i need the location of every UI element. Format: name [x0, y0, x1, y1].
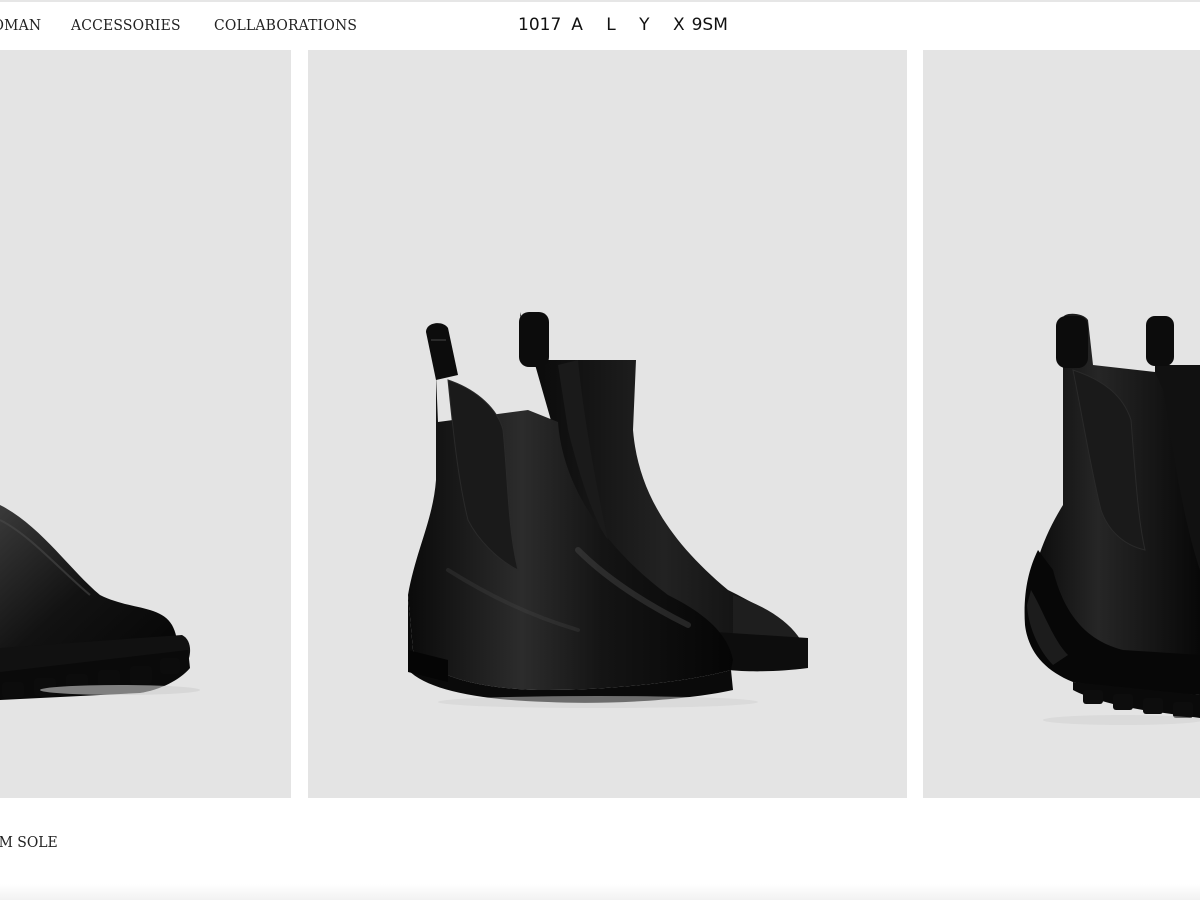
product-caption[interactable]: RAM SOLE [0, 833, 58, 851]
main-nav: WOMAN ACCESSORIES COLLABORATIONS [0, 16, 368, 34]
product-image-2[interactable] [308, 50, 907, 798]
black-leather-chelsea-boots-pair-icon [408, 312, 808, 708]
product-image-1[interactable] [0, 50, 291, 798]
logo-suffix: 9SM [691, 15, 728, 35]
black-leather-chelsea-boot-lug-sole-icon [0, 505, 200, 700]
logo-prefix: 1017 [518, 15, 562, 35]
nav-link-accessories[interactable]: ACCESSORIES [71, 16, 181, 34]
site-header: WOMAN ACCESSORIES COLLABORATIONS 1017 A L… [0, 2, 1200, 50]
black-chelsea-boots-vibram-sole-icon [1024, 313, 1200, 725]
product-image-3[interactable] [923, 50, 1200, 798]
brand-logo[interactable]: 1017 A L Y X9SM [518, 15, 728, 35]
nav-link-collaborations[interactable]: COLLABORATIONS [214, 16, 357, 34]
nav-link-woman[interactable]: WOMAN [0, 16, 41, 34]
bottom-fade [0, 884, 1200, 900]
logo-letters: A L Y X [571, 15, 694, 35]
